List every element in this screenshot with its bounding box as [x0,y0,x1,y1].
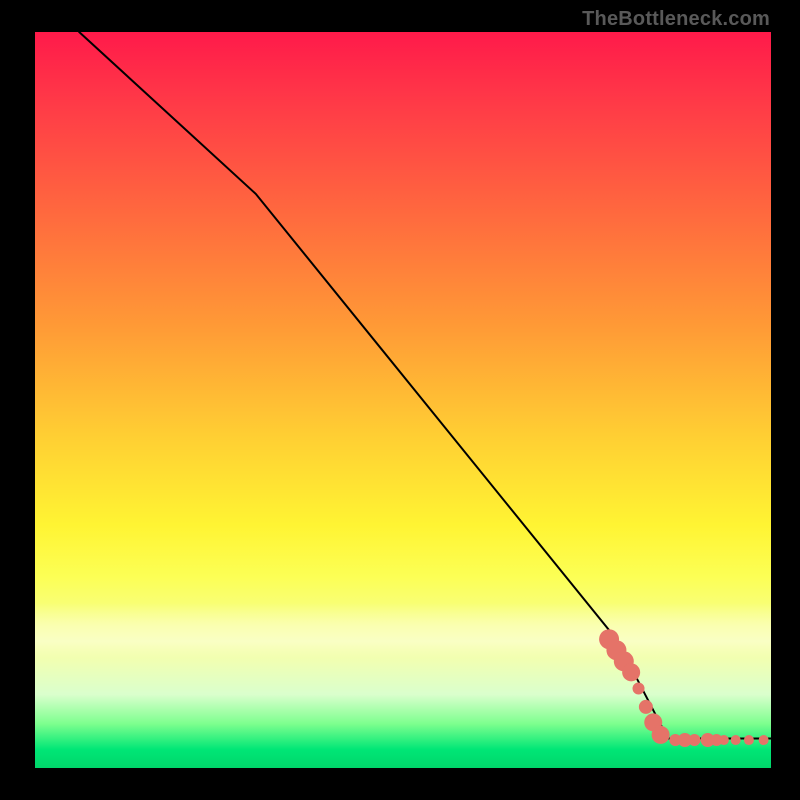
chart-svg [35,32,771,768]
series-curve [79,32,771,739]
marker-points-bottom [744,735,754,745]
marker-points-bottom [759,735,769,745]
chart-container: TheBottleneck.com [0,0,800,800]
marker-points-diagonal [633,683,645,695]
marker-points-diagonal [639,700,653,714]
marker-points-bottom [688,734,700,746]
marker-points-diagonal [622,663,640,681]
plot-area [33,30,773,770]
attribution-text: TheBottleneck.com [582,8,770,31]
marker-points-bottom [731,735,741,745]
marker-points-diagonal [652,726,670,744]
marker-points-bottom [719,735,729,745]
